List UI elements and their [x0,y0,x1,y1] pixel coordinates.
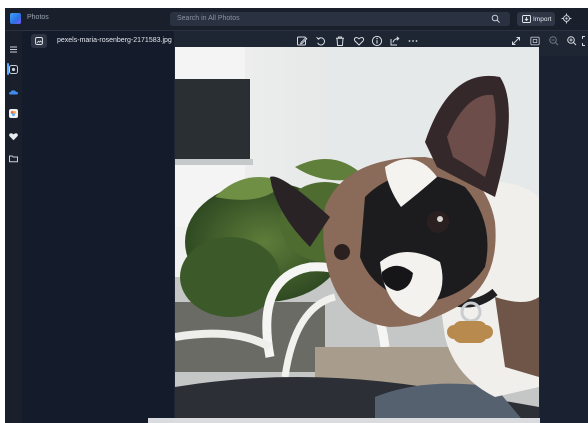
search-placeholder: Search in All Photos [177,15,240,22]
photo-canvas[interactable] [175,47,539,423]
folders-icon[interactable] [8,153,19,164]
app-title: Photos [27,14,49,21]
filmstrip-edge [148,418,540,423]
share-icon [390,36,400,46]
zoom-out-icon [549,36,559,46]
photos-app-icon [10,13,21,24]
viewer-side-panel [22,31,174,423]
viewer-right-margin [540,56,588,423]
dog-photo [175,47,539,423]
search-input[interactable]: Search in All Photos [170,12,510,26]
fit-icon [530,36,540,46]
gallery-icon[interactable] [8,64,19,75]
more-icon [408,40,418,42]
back-button[interactable] [31,34,47,48]
edit-button[interactable] [296,35,308,47]
file-name: pexels-maria-rosenberg-2171583.jpg [57,37,172,44]
favorite-icon [353,37,365,46]
share-button[interactable] [389,35,401,47]
more-options-button[interactable] [407,35,419,47]
hamburger-menu-icon[interactable] [8,44,19,55]
zoom-out-button[interactable] [548,35,560,47]
import-icon [522,15,531,23]
expand-icon [512,37,520,45]
delete-button[interactable] [334,35,346,47]
zoom-in-icon [567,36,577,46]
favorite-button[interactable] [353,35,365,47]
icloud-photos-icon[interactable] [8,108,19,119]
import-label: Import [533,16,552,23]
delete-icon [336,36,344,46]
edit-icon [297,36,308,46]
fullscreen-button[interactable] [581,35,588,47]
gallery-back-icon [35,37,43,45]
favorites-heart-icon[interactable] [8,131,19,142]
title-bar: Photos Search in All Photos Import [5,8,588,31]
search-icon[interactable] [491,14,501,24]
rotate-icon [316,36,325,46]
import-button[interactable]: Import [517,12,555,26]
fullscreen-icon [582,36,585,46]
settings-gear-icon[interactable] [561,13,572,24]
expand-button[interactable] [510,35,522,47]
info-button[interactable] [371,35,383,47]
info-icon [371,35,383,47]
onedrive-icon[interactable] [8,87,19,98]
fit-to-window-button[interactable] [529,35,541,47]
rotate-button[interactable] [315,35,327,47]
photos-window: Photos Search in All Photos Import pexel… [5,8,588,423]
zoom-in-button[interactable] [566,35,578,47]
